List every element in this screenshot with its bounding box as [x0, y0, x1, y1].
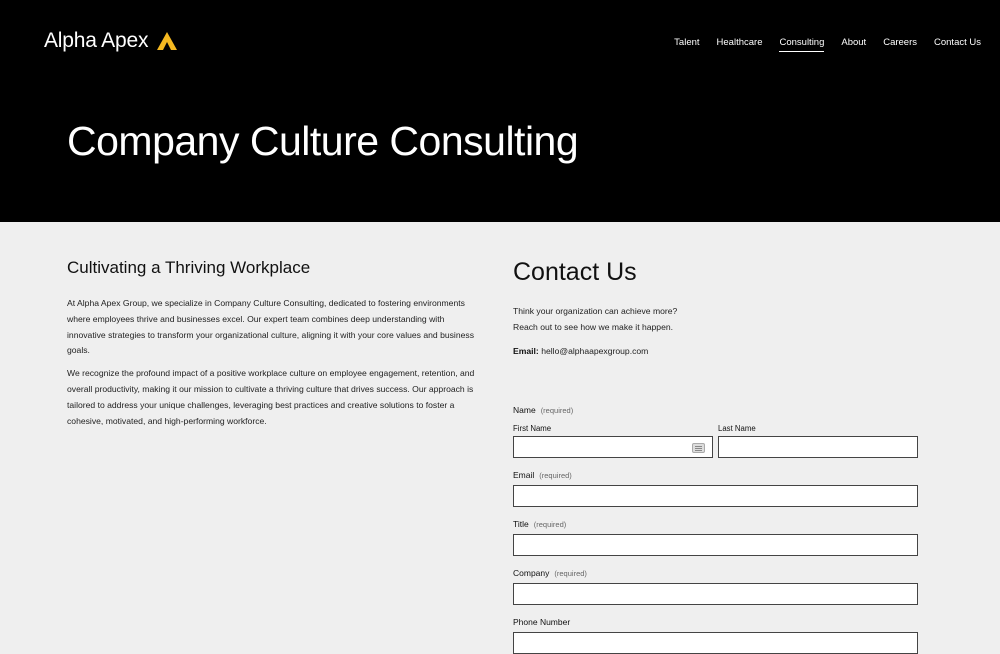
hero-header: Alpha Apex Talent Healthcare Consulting …: [0, 0, 1000, 222]
company-field-label: Company (required): [513, 568, 918, 578]
section-heading: Cultivating a Thriving Workplace: [67, 258, 311, 277]
contact-form: Name (required) First Name Last Name Ema…: [513, 405, 918, 654]
contact-intro-line-1: Think your organization can achieve more…: [513, 306, 678, 316]
paragraph: At Alpha Apex Group, we specialize in Co…: [67, 298, 474, 356]
phone-field-label: Phone Number: [513, 617, 918, 627]
last-name-field[interactable]: [718, 436, 918, 458]
title-field[interactable]: [513, 534, 918, 556]
contact-section: Contact Us Think your organization can a…: [513, 258, 918, 356]
first-name-wrapper: First Name: [513, 424, 713, 458]
nav-careers[interactable]: Careers: [883, 37, 917, 52]
required-marker: (required): [540, 406, 574, 415]
logo[interactable]: Alpha Apex: [44, 29, 178, 53]
email-label: Email:: [513, 345, 539, 356]
nav-about[interactable]: About: [841, 37, 866, 52]
name-label: Name (required): [513, 405, 918, 415]
last-name-label: Last Name: [718, 424, 756, 433]
required-marker: (required): [554, 569, 587, 578]
nav-consulting[interactable]: Consulting: [779, 37, 825, 52]
title-label-text: Title: [513, 519, 529, 529]
company-label-text: Company: [513, 568, 550, 578]
email-label-text: Email: [513, 470, 535, 480]
email-value: hello@alphaapexgroup.com: [541, 345, 649, 356]
nav-contact-us[interactable]: Contact Us: [934, 37, 981, 52]
contact-intro: Think your organization can achieve more…: [513, 304, 918, 336]
phone-field[interactable]: [513, 632, 918, 654]
contact-email: Email: hello@alphaapexgroup.com: [513, 346, 918, 356]
caret-up-icon: [157, 32, 178, 50]
nav-healthcare[interactable]: Healthcare: [717, 37, 763, 52]
contact-heading: Contact Us: [513, 258, 637, 286]
title-field-label: Title (required): [513, 519, 918, 529]
email-group: Email (required): [513, 470, 918, 507]
phone-group: Phone Number: [513, 617, 918, 654]
email-field-label: Email (required): [513, 470, 918, 480]
name-label-text: Name: [513, 405, 536, 415]
email-field[interactable]: [513, 485, 918, 507]
company-group: Company (required): [513, 568, 918, 605]
phone-label-text: Phone Number: [513, 617, 571, 627]
contact-intro-line-2: Reach out to see how we make it happen.: [513, 321, 674, 332]
nav-talent[interactable]: Talent: [674, 37, 699, 52]
title-group: Title (required): [513, 519, 918, 556]
page-title: Company Culture Consulting: [67, 118, 579, 164]
name-row: First Name Last Name: [513, 424, 918, 458]
autofill-icon[interactable]: [692, 443, 705, 453]
name-group: Name (required) First Name Last Name: [513, 405, 918, 458]
last-name-wrapper: Last Name: [718, 424, 918, 458]
company-field[interactable]: [513, 583, 918, 605]
logo-text: Alpha Apex: [44, 29, 149, 52]
first-name-field[interactable]: [513, 436, 713, 458]
required-marker: (required): [539, 471, 572, 480]
paragraph: We recognize the profound impact of a po…: [67, 368, 475, 426]
content-section: Cultivating a Thriving Workplace At Alph…: [67, 258, 475, 436]
required-marker: (required): [533, 520, 567, 529]
main-nav: Talent Healthcare Consulting About Caree…: [674, 37, 981, 52]
first-name-label: First Name: [513, 424, 552, 433]
